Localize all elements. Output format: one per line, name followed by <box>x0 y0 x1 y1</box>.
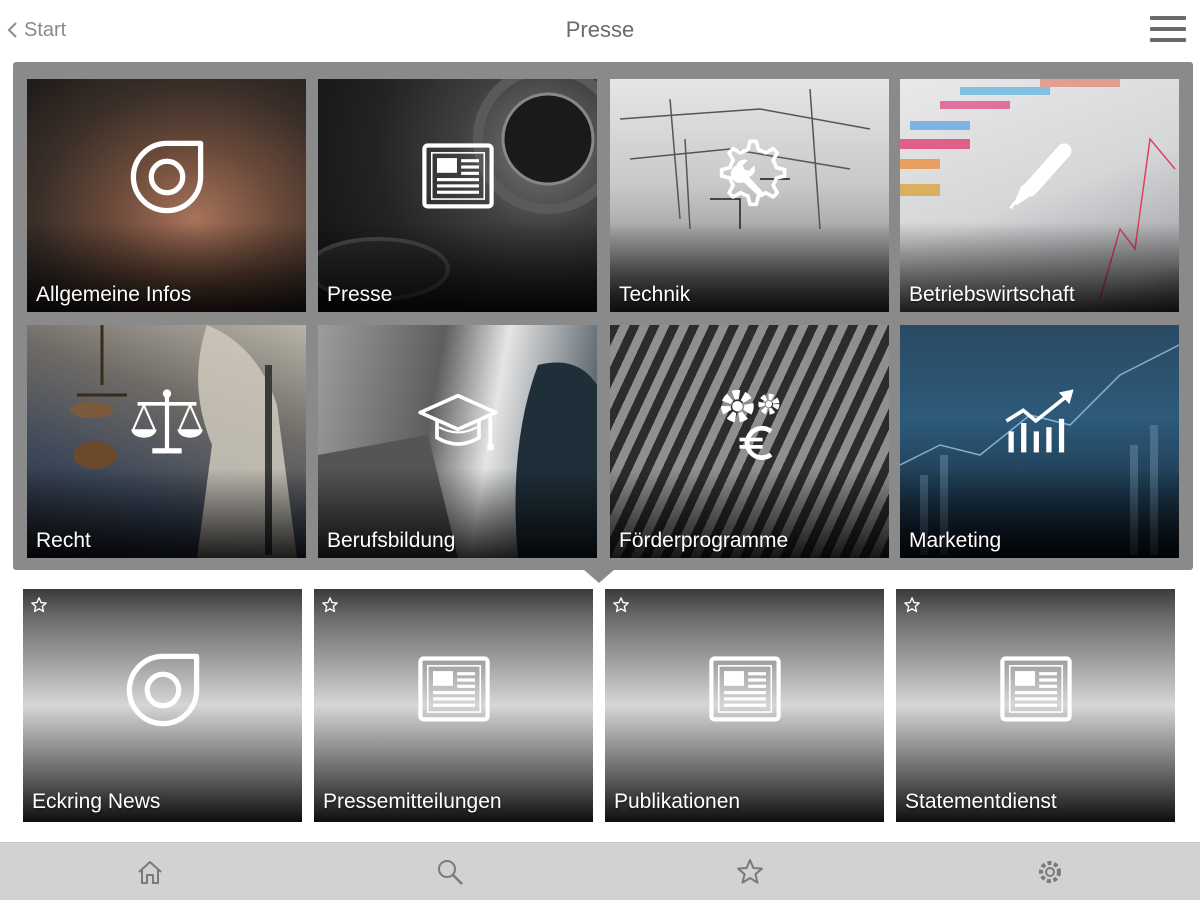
tile-label: Pressemitteilungen <box>323 790 502 813</box>
bottom-tab-bar <box>0 842 1200 900</box>
growth-chart-icon <box>998 381 1082 465</box>
category-label: Presse <box>327 283 393 306</box>
star-outline-icon[interactable] <box>321 596 339 614</box>
tile-label: Statementdienst <box>905 790 1057 813</box>
scales-icon <box>125 381 209 465</box>
back-button-label: Start <box>24 18 67 41</box>
back-button[interactable]: Start <box>6 18 66 42</box>
page-title: Presse <box>565 17 635 42</box>
category-label: Marketing <box>909 529 1002 552</box>
category-presse[interactable]: Presse <box>318 79 597 312</box>
category-marketing[interactable]: Marketing <box>900 325 1179 558</box>
tile-label: Eckring News <box>32 790 161 813</box>
tile-statementdienst[interactable]: Statementdienst <box>896 589 1175 822</box>
category-label: Technik <box>619 283 691 306</box>
newspaper-icon <box>412 648 496 732</box>
category-label: Betriebswirtschaft <box>909 283 1075 306</box>
top-navigation-bar: Start Presse <box>0 0 1200 60</box>
star-outline-icon[interactable] <box>30 596 48 614</box>
tile-publikationen[interactable]: Publikationen <box>605 589 884 822</box>
category-label: Berufsbildung <box>327 529 456 552</box>
gear-wrench-icon <box>708 135 792 219</box>
newspaper-icon <box>703 648 787 732</box>
category-label: Allgemeine Infos <box>36 283 192 306</box>
eckring-logo-icon <box>121 648 205 732</box>
newspaper-icon <box>994 648 1078 732</box>
category-allgemeine-infos[interactable]: Allgemeine Infos <box>27 79 306 312</box>
search-icon[interactable] <box>435 857 465 887</box>
star-outline-icon[interactable] <box>612 596 630 614</box>
home-icon[interactable] <box>135 857 165 887</box>
popover-pointer <box>583 569 615 583</box>
category-foerderprogramme[interactable]: Förderprogramme <box>610 325 889 558</box>
category-recht[interactable]: Recht <box>27 325 306 558</box>
star-icon[interactable] <box>735 857 765 887</box>
graduation-cap-icon <box>416 381 500 465</box>
star-outline-icon[interactable] <box>903 596 921 614</box>
hamburger-menu-icon[interactable] <box>1150 16 1188 44</box>
tile-label: Publikationen <box>614 790 741 813</box>
tile-pressemitteilungen[interactable]: Pressemitteilungen <box>314 589 593 822</box>
settings-icon[interactable] <box>1035 857 1065 887</box>
category-betriebswirtschaft[interactable]: Betriebswirtschaft <box>900 79 1179 312</box>
gears-euro-icon <box>708 381 792 465</box>
category-label: Recht <box>36 529 91 552</box>
newspaper-icon <box>416 135 500 219</box>
chevron-left-icon <box>7 22 17 38</box>
category-berufsbildung[interactable]: Berufsbildung <box>318 325 597 558</box>
pen-icon <box>998 135 1082 219</box>
category-technik[interactable]: Technik <box>610 79 889 312</box>
eckring-logo-icon <box>125 135 209 219</box>
tile-eckring-news[interactable]: Eckring News <box>23 589 302 822</box>
category-label: Förderprogramme <box>619 529 789 552</box>
